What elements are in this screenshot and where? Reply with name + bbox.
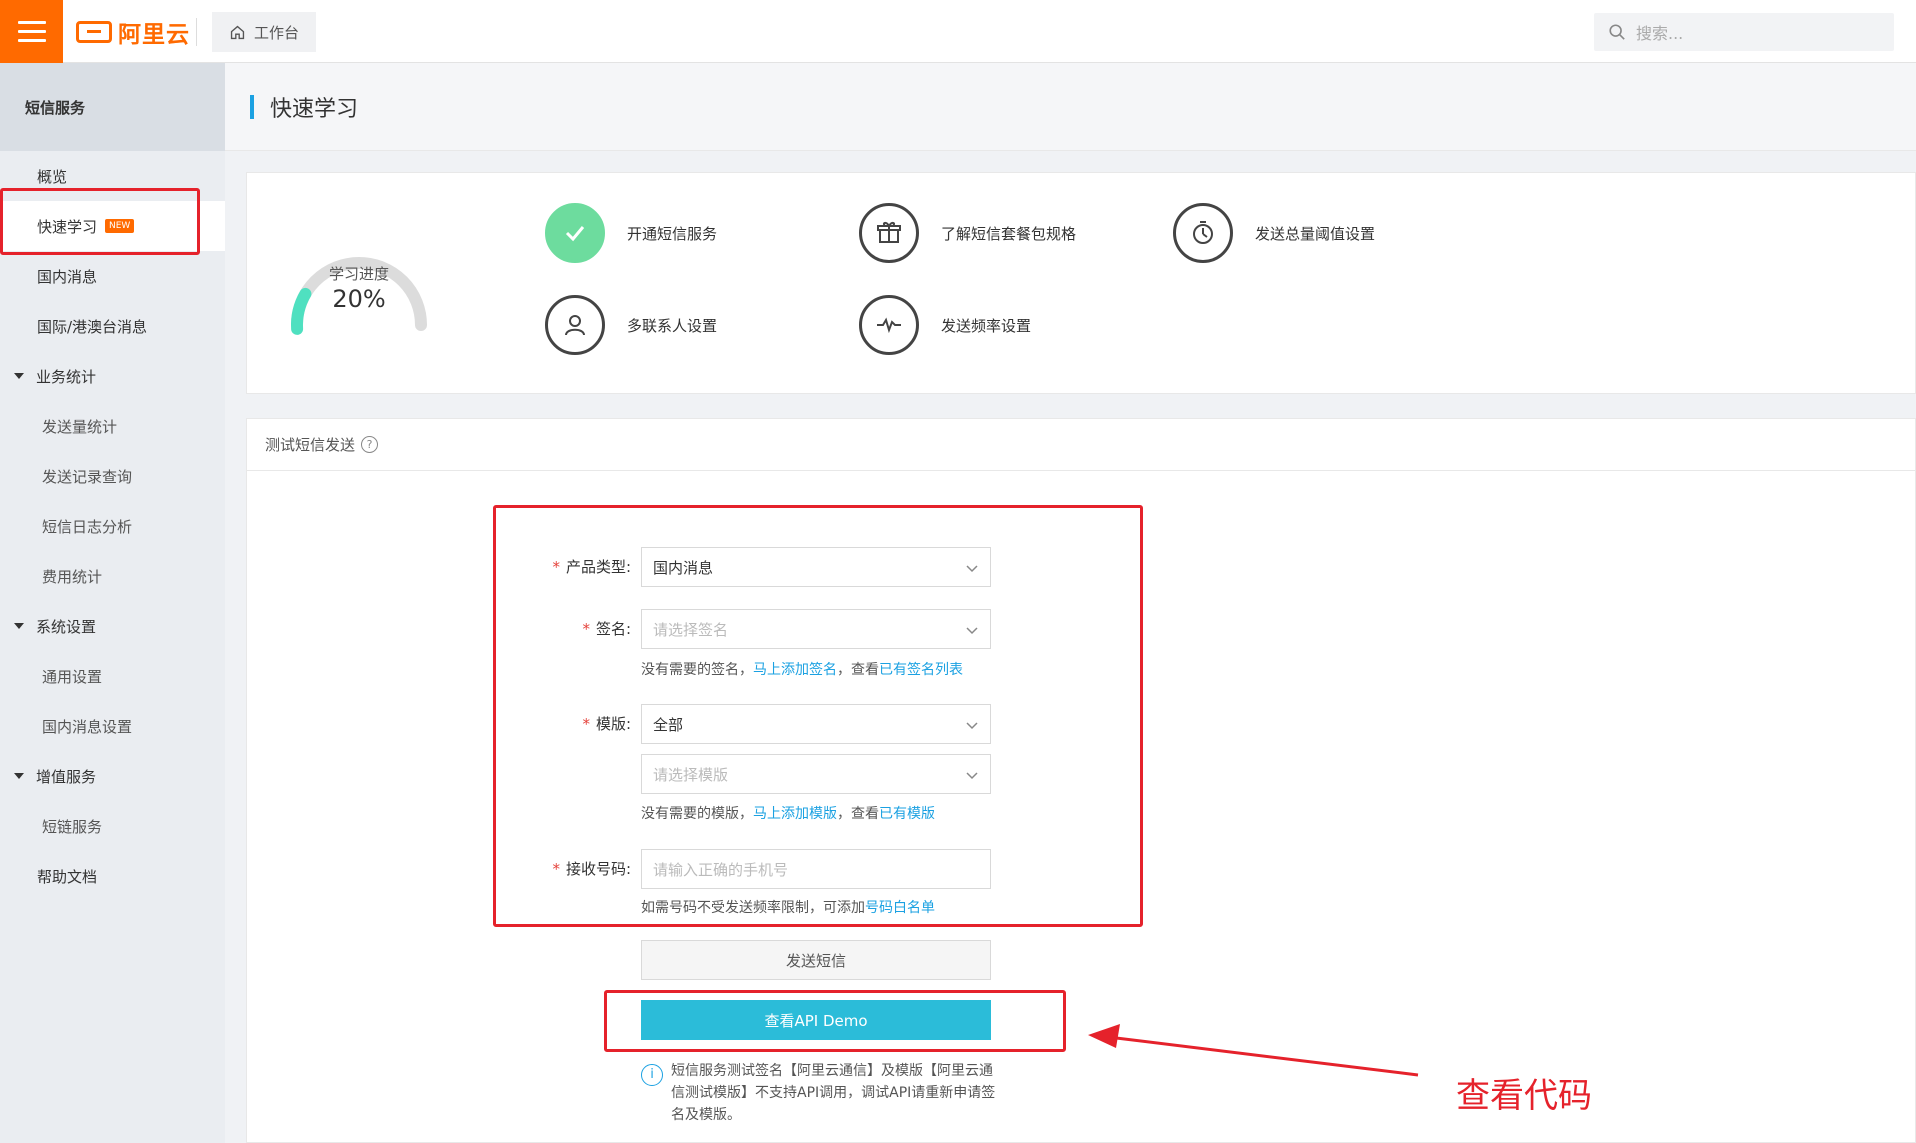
step-label: 多联系人设置 [627,316,718,335]
notice-text: 短信服务测试签名【阿里云通信】及模版【阿里云通信测试模版】不支持API调用，调试… [671,1063,996,1123]
sidebar-item-label: 通用设置 [42,667,103,686]
home-icon [230,25,245,39]
workbench-label: 工作台 [253,23,299,42]
api-notice: i 短信服务测试签名【阿里云通信】及模版【阿里云通信测试模版】不支持API调用，… [641,1060,1001,1126]
sidebar-item-general-settings[interactable]: 通用设置 [0,651,225,701]
step-threshold-settings[interactable]: 发送总量阈值设置 [1173,203,1375,263]
caret-down-icon [14,373,24,379]
divider [196,18,197,46]
step-package-specs[interactable]: 了解短信套餐包规格 [859,203,1076,263]
user-icon [545,295,605,355]
hamburger-menu-button[interactable] [0,0,63,63]
help-question-icon[interactable]: ? [361,436,379,453]
test-sms-title: 测试短信发送 [265,436,356,454]
step-activate-sms[interactable]: 开通短信服务 [545,203,717,263]
sidebar-item-label: 增值服务 [36,767,97,786]
step-label: 发送频率设置 [941,316,1032,335]
sidebar-item-label: 短信日志分析 [42,517,133,536]
step-label: 了解短信套餐包规格 [941,224,1077,243]
sidebar-item-label: 国内消息设置 [42,717,133,736]
sidebar-group-value-added[interactable]: 增值服务 [0,751,225,801]
sidebar-item-label: 发送记录查询 [42,467,133,486]
workbench-button[interactable]: 工作台 [212,12,316,52]
sidebar-item-label: 短链服务 [42,817,103,836]
sidebar-item-send-records[interactable]: 发送记录查询 [0,451,225,501]
sidebar-item-international-messages[interactable]: 国际/港澳台消息 [0,301,225,351]
annotation-label: 查看代码 [1456,1076,1592,1116]
menu-icon-line [17,39,46,42]
progress-value: 20% [332,285,386,313]
step-multi-contact[interactable]: 多联系人设置 [545,295,717,355]
annotation-box-quick-learn [0,188,200,255]
send-sms-button[interactable]: 发送短信 [641,940,991,980]
annotation-box-demo-button [604,990,1066,1052]
progress-gauge: 学习进度 20% [283,225,435,337]
sidebar-item-label: 帮助文档 [37,867,98,886]
sidebar-item-domestic-settings[interactable]: 国内消息设置 [0,701,225,751]
sidebar-item-label: 业务统计 [36,367,97,386]
sidebar-item-label: 发送量统计 [42,417,118,436]
sidebar-item-log-analysis[interactable]: 短信日志分析 [0,501,225,551]
title-accent-bar [250,94,254,119]
sidebar-item-help-docs[interactable]: 帮助文档 [0,851,225,901]
logo-text: 阿里云 [118,22,190,48]
page-header: 快速学习 [225,63,1916,151]
search-placeholder: 搜索... [1636,24,1684,43]
info-icon: i [641,1064,663,1086]
learning-progress-card: 学习进度 20% 开通短信服务 了解短信套餐包规格 发送总量阈值设置 多联系人设… [246,172,1916,394]
sidebar-item-label: 概览 [37,167,68,186]
sidebar-group-business-stats[interactable]: 业务统计 [0,351,225,401]
logo-icon [76,21,112,43]
progress-label: 学习进度 [328,265,389,283]
sidebar-item-label: 国内消息 [37,267,98,286]
annotation-box-form [493,505,1143,927]
menu-icon-line [17,30,46,33]
sidebar-item-short-link[interactable]: 短链服务 [0,801,225,851]
menu-icon-line [17,21,46,24]
pulse-icon [859,295,919,355]
caret-down-icon [14,773,24,779]
sidebar-title: 短信服务 [0,63,225,151]
sidebar-item-cost-stats[interactable]: 费用统计 [0,551,225,601]
search-input[interactable]: 搜索... [1594,13,1894,51]
page-title: 快速学习 [270,96,359,122]
sidebar-item-label: 费用统计 [42,567,103,586]
sidebar-item-send-volume[interactable]: 发送量统计 [0,401,225,451]
sidebar-item-label: 国际/港澳台消息 [37,317,148,336]
sidebar-group-system-settings[interactable]: 系统设置 [0,601,225,651]
caret-down-icon [14,623,24,629]
top-bar: 阿里云 工作台 搜索... [0,0,1916,63]
step-frequency-settings[interactable]: 发送频率设置 [859,295,1031,355]
check-icon [545,203,605,263]
timer-icon [1173,203,1233,263]
test-sms-header: 测试短信发送 ? [247,419,1915,471]
sidebar-item-domestic-messages[interactable]: 国内消息 [0,251,225,301]
gift-icon [859,203,919,263]
search-icon [1609,24,1625,40]
sidebar-item-label: 系统设置 [36,617,97,636]
step-label: 开通短信服务 [627,224,718,243]
aliyun-logo[interactable]: 阿里云 [76,16,190,48]
step-label: 发送总量阈值设置 [1255,224,1376,243]
